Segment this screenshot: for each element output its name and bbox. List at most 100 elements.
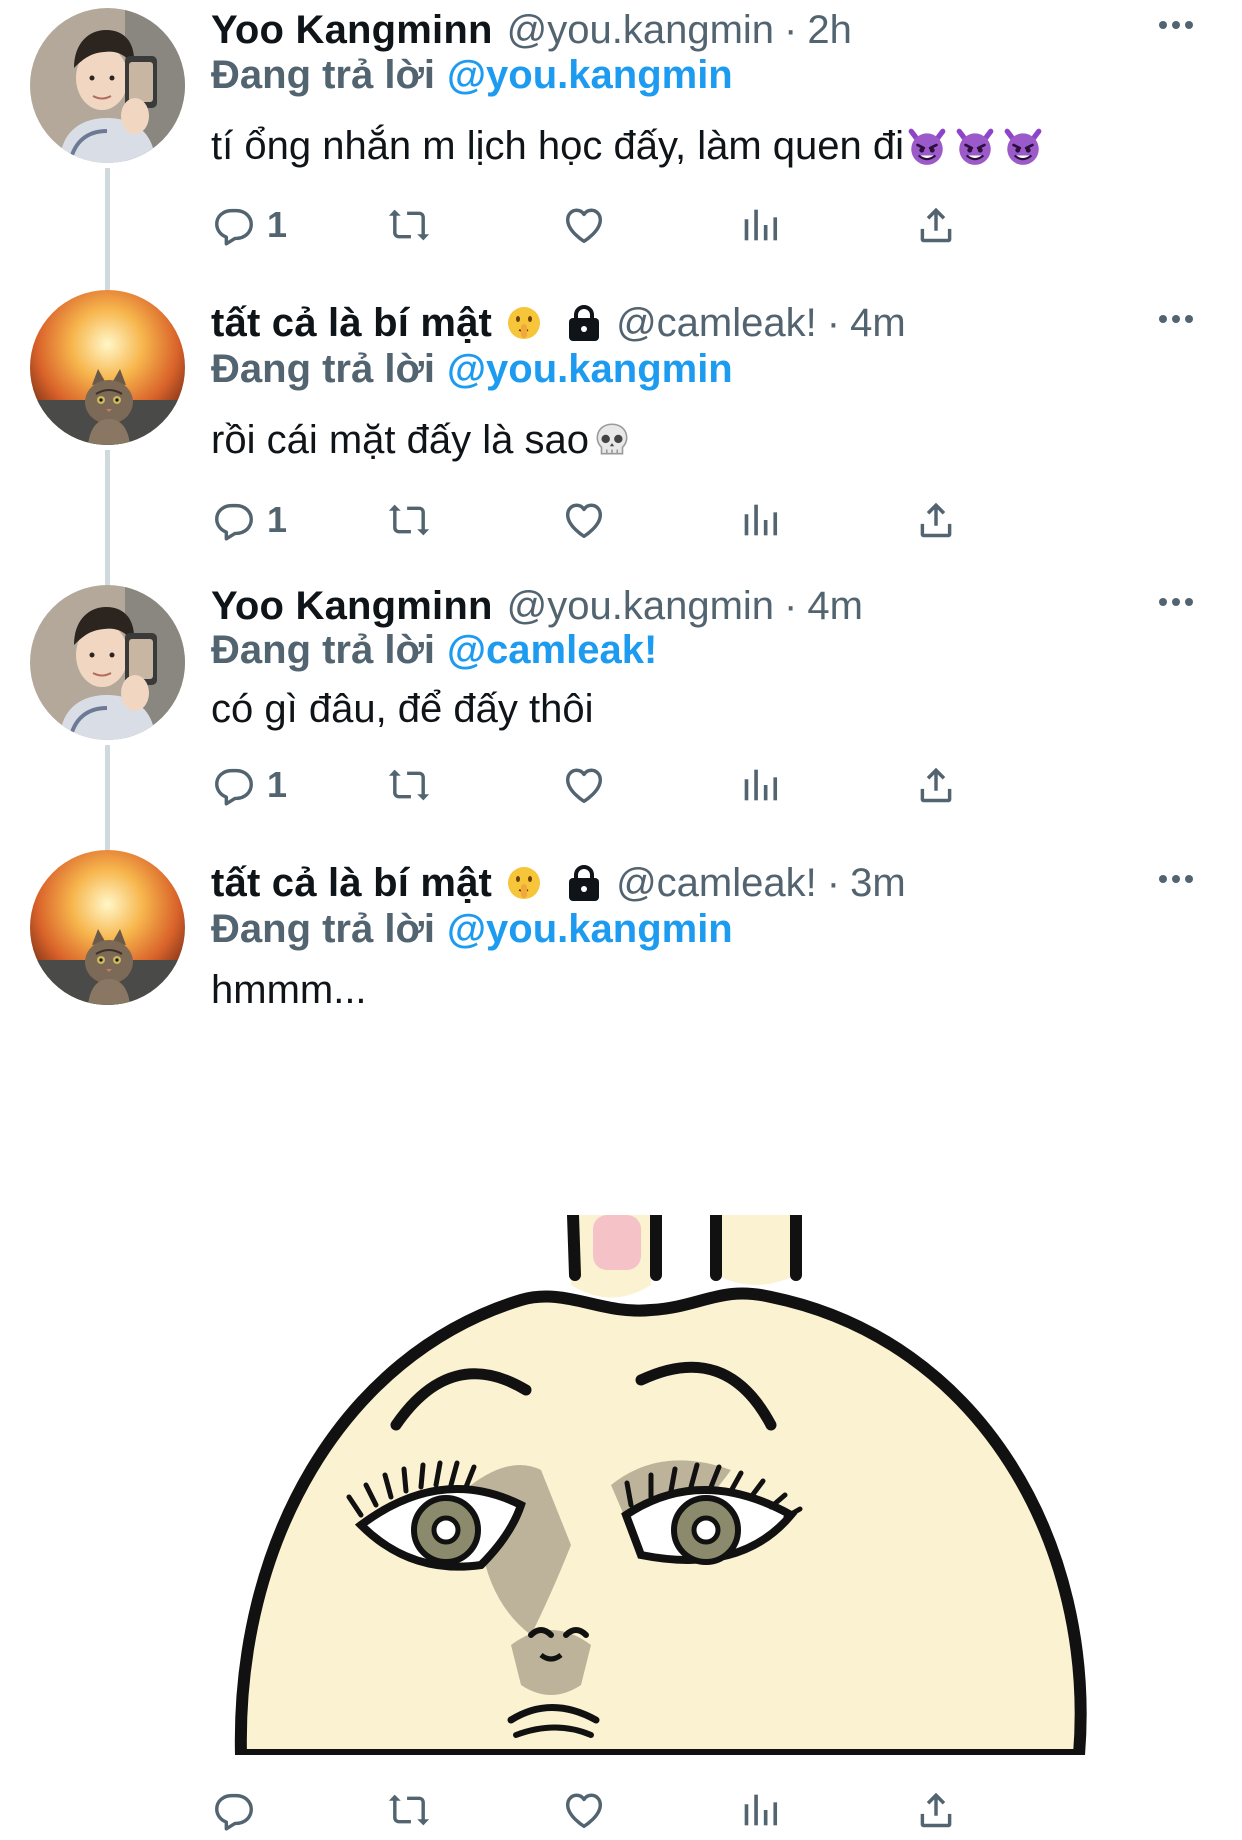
views-button[interactable] <box>737 195 783 255</box>
views-button[interactable] <box>737 755 783 815</box>
display-name[interactable]: Yoo Kangminn <box>211 581 493 631</box>
like-button[interactable] <box>561 195 607 255</box>
retweet-button[interactable] <box>386 490 432 550</box>
share-button[interactable] <box>913 755 959 815</box>
tweet-header: tất cả là bí mật @camleak! · 4m <box>211 298 906 348</box>
tweet-header: Yoo Kangminn @you.kangmin · 2h <box>211 5 852 55</box>
replying-to: Đang trả lời @camleak! <box>211 625 657 675</box>
retweet-icon <box>386 1787 432 1833</box>
reply-button[interactable]: 1 <box>211 490 287 550</box>
tweet-text: tí ổng nhắn m lịch học đấy, làm quen đi <box>211 118 1044 174</box>
like-button[interactable] <box>561 1780 607 1840</box>
tweet[interactable]: tất cả là bí mật @camleak! · 4m Đang trả… <box>0 290 1242 585</box>
more-icon[interactable] <box>1155 8 1197 42</box>
lock-icon <box>566 864 602 902</box>
reply-button[interactable]: 1 <box>211 195 287 255</box>
avatar-image <box>30 8 185 163</box>
reply-count: 1 <box>267 764 288 805</box>
share-button[interactable] <box>913 1780 959 1840</box>
reply-mention-link[interactable]: @camleak! <box>447 628 657 672</box>
action-bar: 1 <box>211 195 1091 255</box>
timestamp[interactable]: 4m <box>807 581 863 631</box>
views-button[interactable] <box>737 490 783 550</box>
replying-to: Đang trả lời @you.kangmin <box>211 50 733 100</box>
tweet-header: tất cả là bí mật @camleak! · 3m <box>211 858 906 908</box>
tweet-header: Yoo Kangminn @you.kangmin · 4m <box>211 581 863 631</box>
timestamp[interactable]: 4m <box>850 298 906 348</box>
timestamp[interactable]: 3m <box>850 858 906 908</box>
display-name[interactable]: tất cả là bí mật <box>211 858 492 908</box>
tweet-text-content: có gì đâu, để đấy thôi <box>211 687 594 731</box>
avatar-image <box>30 585 185 740</box>
smiling-imp-emoji <box>906 125 948 167</box>
tweet[interactable]: Yoo Kangminn @you.kangmin · 2h Đang trả … <box>0 0 1242 290</box>
tweet-media-image[interactable] <box>211 1215 1091 1755</box>
reply-mention-link[interactable]: @you.kangmin <box>447 53 733 97</box>
retweet-button[interactable] <box>386 195 432 255</box>
share-icon <box>913 497 959 543</box>
views-icon <box>737 762 783 808</box>
avatar[interactable] <box>30 850 185 1005</box>
reply-button[interactable]: 1 <box>211 755 287 815</box>
timestamp[interactable]: 2h <box>807 5 852 55</box>
like-icon <box>561 1787 607 1833</box>
views-icon <box>737 202 783 248</box>
like-icon <box>561 497 607 543</box>
separator-dot: · <box>826 861 841 905</box>
like-icon <box>561 762 607 808</box>
replying-to-label: Đang trả lời <box>211 53 436 97</box>
replying-to: Đang trả lời @you.kangmin <box>211 344 733 394</box>
retweet-button[interactable] <box>386 755 432 815</box>
like-button[interactable] <box>561 490 607 550</box>
share-icon <box>913 202 959 248</box>
views-icon <box>737 497 783 543</box>
retweet-icon <box>386 202 432 248</box>
tweet-text-content: rồi cái mặt đấy là sao <box>211 418 589 462</box>
reply-button[interactable] <box>211 1780 257 1840</box>
separator-dot: · <box>826 301 841 345</box>
share-button[interactable] <box>913 195 959 255</box>
reply-icon <box>211 762 257 808</box>
username[interactable]: @camleak! <box>616 858 817 908</box>
separator-dot: · <box>784 584 798 628</box>
display-name[interactable]: Yoo Kangminn <box>211 5 493 55</box>
lock-icon <box>566 304 602 342</box>
more-icon[interactable] <box>1155 302 1197 336</box>
retweet-button[interactable] <box>386 1780 432 1840</box>
share-button[interactable] <box>913 490 959 550</box>
tweet-text: rồi cái mặt đấy là sao <box>211 412 633 468</box>
more-icon[interactable] <box>1155 862 1197 896</box>
retweet-icon <box>386 762 432 808</box>
action-bar: 1 <box>211 755 1091 815</box>
avatar[interactable] <box>30 585 185 740</box>
shushing-face-emoji <box>504 863 544 903</box>
replying-to-label: Đang trả lời <box>211 347 436 391</box>
views-button[interactable] <box>737 1780 783 1840</box>
avatar-image <box>30 850 185 1005</box>
tweet[interactable]: Yoo Kangminn @you.kangmin · 4m Đang trả … <box>0 584 1242 850</box>
action-bar: 1 <box>211 490 1091 550</box>
retweet-icon <box>386 497 432 543</box>
like-button[interactable] <box>561 755 607 815</box>
more-icon[interactable] <box>1155 585 1197 619</box>
username[interactable]: @you.kangmin <box>507 5 774 55</box>
skull-emoji <box>591 419 633 461</box>
views-icon <box>737 1787 783 1833</box>
reply-count: 1 <box>267 204 288 245</box>
reply-mention-link[interactable]: @you.kangmin <box>447 907 733 951</box>
avatar[interactable] <box>30 8 185 163</box>
shushing-face-emoji <box>504 303 544 343</box>
reply-count: 1 <box>267 499 288 540</box>
share-icon <box>913 1787 959 1833</box>
tweet-text: có gì đâu, để đấy thôi <box>211 681 594 737</box>
tweet-text-content: hmmm... <box>211 968 367 1012</box>
display-name[interactable]: tất cả là bí mật <box>211 298 492 348</box>
avatar[interactable] <box>30 290 185 445</box>
username[interactable]: @you.kangmin <box>507 581 774 631</box>
bunny-face-sticker <box>211 1215 1091 1755</box>
username[interactable]: @camleak! <box>616 298 817 348</box>
reply-icon <box>211 202 257 248</box>
replying-to-label: Đang trả lời <box>211 907 436 951</box>
separator-dot: · <box>784 8 798 52</box>
reply-mention-link[interactable]: @you.kangmin <box>447 347 733 391</box>
